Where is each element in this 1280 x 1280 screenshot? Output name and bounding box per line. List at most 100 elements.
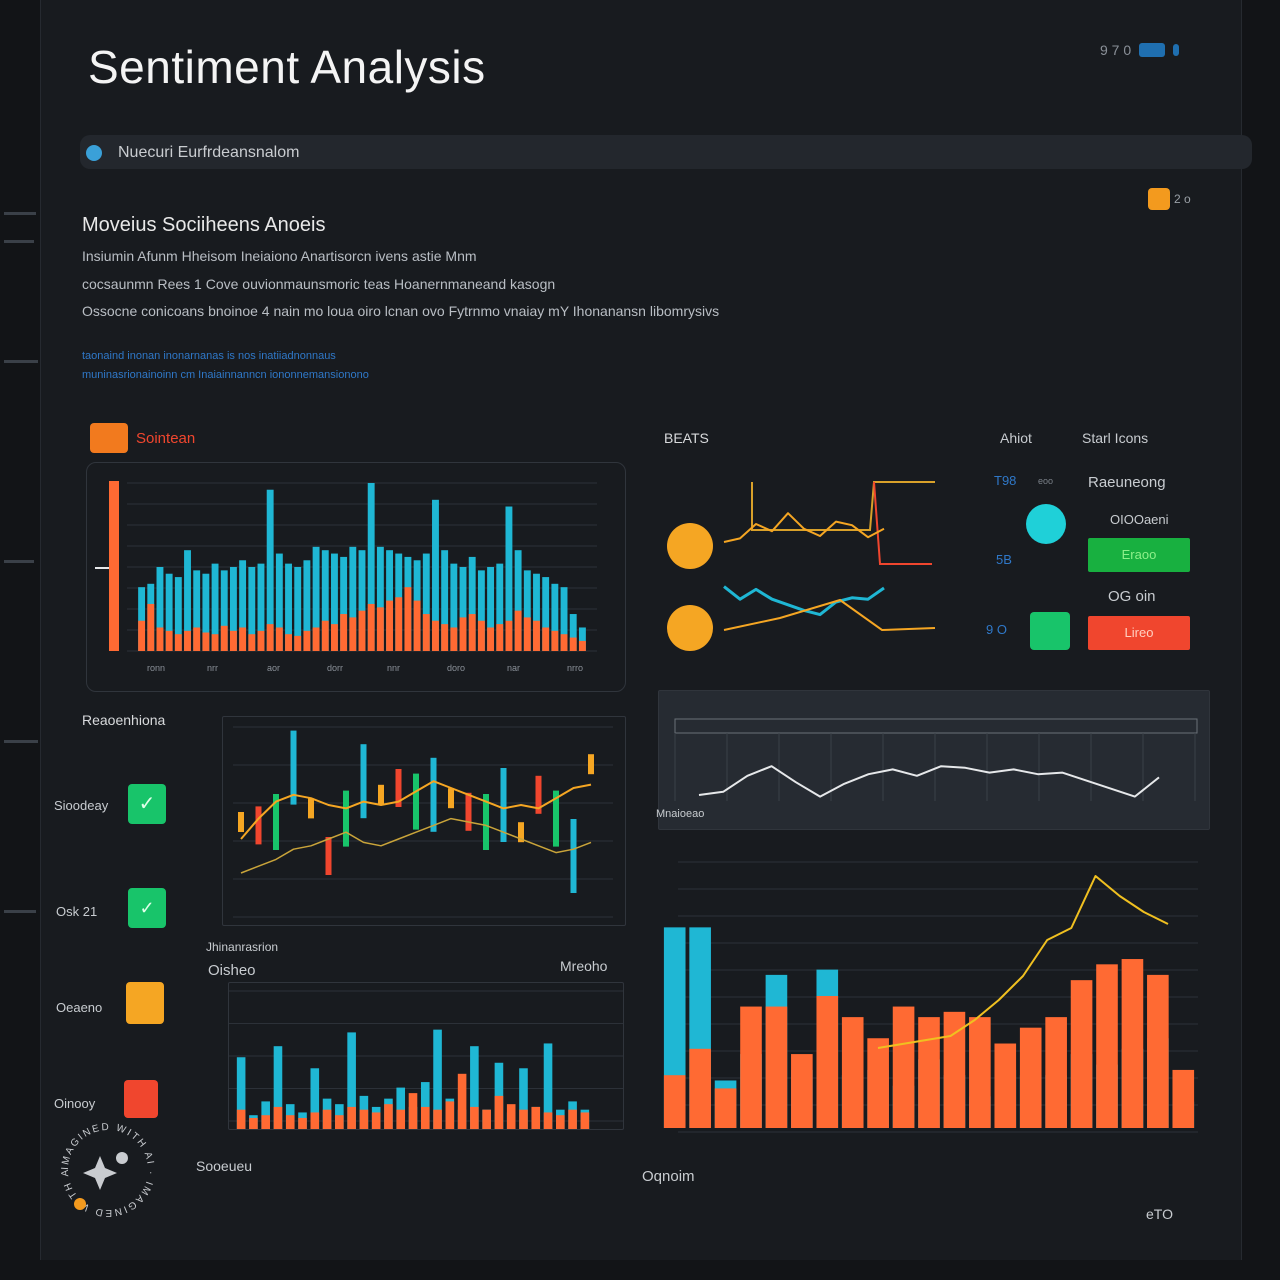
small-bar-panel (228, 982, 624, 1130)
bar-negative (367, 603, 375, 651)
neutral-square-icon[interactable] (126, 982, 164, 1024)
candle (255, 806, 262, 845)
wave-line (698, 765, 1160, 798)
tick-label: nrro (567, 663, 583, 673)
candle (430, 757, 437, 832)
candle-sub-left: Oisheo (208, 962, 256, 979)
negative-square-icon[interactable] (124, 1080, 158, 1118)
candle (343, 790, 349, 847)
bar-negative (359, 1109, 369, 1129)
edge-dash (4, 560, 34, 563)
edge-dash (4, 740, 38, 743)
top-status[interactable]: 9 7 0 (1100, 42, 1180, 58)
bar-negative (303, 630, 311, 651)
info-icon (86, 145, 102, 161)
bar-negative (312, 627, 320, 651)
bar-negative (147, 603, 155, 651)
bar-negative (556, 1115, 565, 1129)
candle (360, 744, 367, 819)
tick-label: nar (507, 663, 520, 673)
positive-button[interactable]: Eraoo (1088, 538, 1190, 572)
accent-dot-icon (74, 1198, 86, 1210)
tick-label: nrr (207, 663, 218, 673)
sentiment-item-label: Sioodeay (54, 798, 109, 813)
small-bar-chart (229, 990, 623, 1129)
bar-negative (841, 1017, 864, 1128)
chart-icon (90, 423, 128, 453)
bar-negative (322, 1109, 332, 1129)
sentiment-item-label: Osk 21 (56, 904, 98, 919)
bar-negative (578, 640, 586, 651)
status-square-icon[interactable] (1030, 612, 1070, 650)
tick-label: doro (447, 663, 465, 673)
bar-negative (184, 630, 191, 651)
candle (588, 754, 594, 775)
bar-negative (138, 620, 146, 651)
bar-negative (740, 1006, 762, 1128)
bar-negative (404, 587, 412, 651)
sentiment-item-label: Oinooy (54, 1096, 96, 1111)
bar-negative (340, 614, 348, 651)
info-link[interactable]: muninasrionainoinn cm Inaiainnanncn iono… (82, 369, 369, 381)
candle (413, 773, 419, 830)
trends-label: BEATS (664, 430, 709, 446)
footer-mid: Oqnoim (642, 1168, 695, 1185)
mini-label: eoo (1038, 476, 1054, 486)
section-heading: Moveius Sociiheens Anoeis (82, 214, 326, 236)
corner-badge[interactable]: 2 o (1148, 188, 1191, 210)
bar-negative (275, 627, 283, 651)
description-line: Insiumin Afunm Hheisom Ineiaiono Anartis… (82, 248, 477, 264)
check-icon[interactable]: ✓ (128, 888, 166, 928)
candlestick-panel (222, 716, 626, 926)
negative-button[interactable]: Lireo (1088, 616, 1190, 650)
bar-negative (441, 624, 449, 651)
bar-negative (285, 634, 292, 651)
check-icon[interactable]: ✓ (128, 784, 166, 824)
trend-circle-icon (667, 523, 713, 569)
bar-negative (413, 600, 421, 651)
sub-header-bar[interactable]: Nuecuri Eurfrdeansnalom (80, 135, 1252, 169)
bar-negative (514, 610, 522, 651)
indicator-icon (1173, 44, 1180, 56)
candle (378, 784, 384, 805)
large-bar-chart (663, 861, 1198, 1133)
toggle-icon[interactable] (1139, 43, 1166, 57)
bar-negative (298, 1117, 307, 1129)
bar-negative (331, 624, 338, 651)
sub-header-label: Nuecuri Eurfrdeansnalom (118, 144, 300, 161)
bar-negative (470, 1106, 479, 1129)
bar-negative (156, 627, 164, 651)
bar-negative (663, 1075, 686, 1128)
tick-label: aor (267, 663, 280, 673)
bar-negative (867, 1038, 889, 1128)
bar-negative (422, 614, 430, 651)
bar-negative (533, 620, 540, 651)
tick-label: nnr (387, 663, 400, 673)
bar-negative (285, 1115, 295, 1129)
bar-negative (459, 617, 467, 651)
watermark-text: IMAGINED WITH AI · IMAGINED WITH AI (56, 1118, 156, 1218)
corner-badge-text: 2 o (1174, 192, 1191, 206)
trend-lines-chart (667, 481, 936, 651)
page-title: Sentiment Analysis (88, 41, 486, 93)
bar-negative (714, 1088, 737, 1128)
bar-negative (580, 1112, 590, 1129)
bar-negative (892, 1006, 915, 1128)
sparkle-icon (83, 1156, 117, 1190)
bar-negative (248, 634, 256, 651)
bar-negative (193, 627, 201, 651)
tick-label: dorr (327, 663, 343, 673)
candle (290, 730, 297, 805)
bar-negative (1121, 959, 1144, 1128)
info-link[interactable]: taonaind inonan inonarnanas is nos inati… (82, 350, 336, 362)
bar-negative (321, 620, 329, 651)
bar-negative (1096, 964, 1118, 1128)
bar-negative (229, 630, 237, 651)
edge-dash (4, 240, 34, 243)
bar-negative (236, 1109, 246, 1129)
status-text: 9 7 0 (1100, 42, 1132, 58)
bar-negative (457, 1073, 467, 1129)
bar-negative (165, 630, 173, 651)
bar-negative (335, 1115, 344, 1129)
bar-negative (432, 620, 439, 651)
